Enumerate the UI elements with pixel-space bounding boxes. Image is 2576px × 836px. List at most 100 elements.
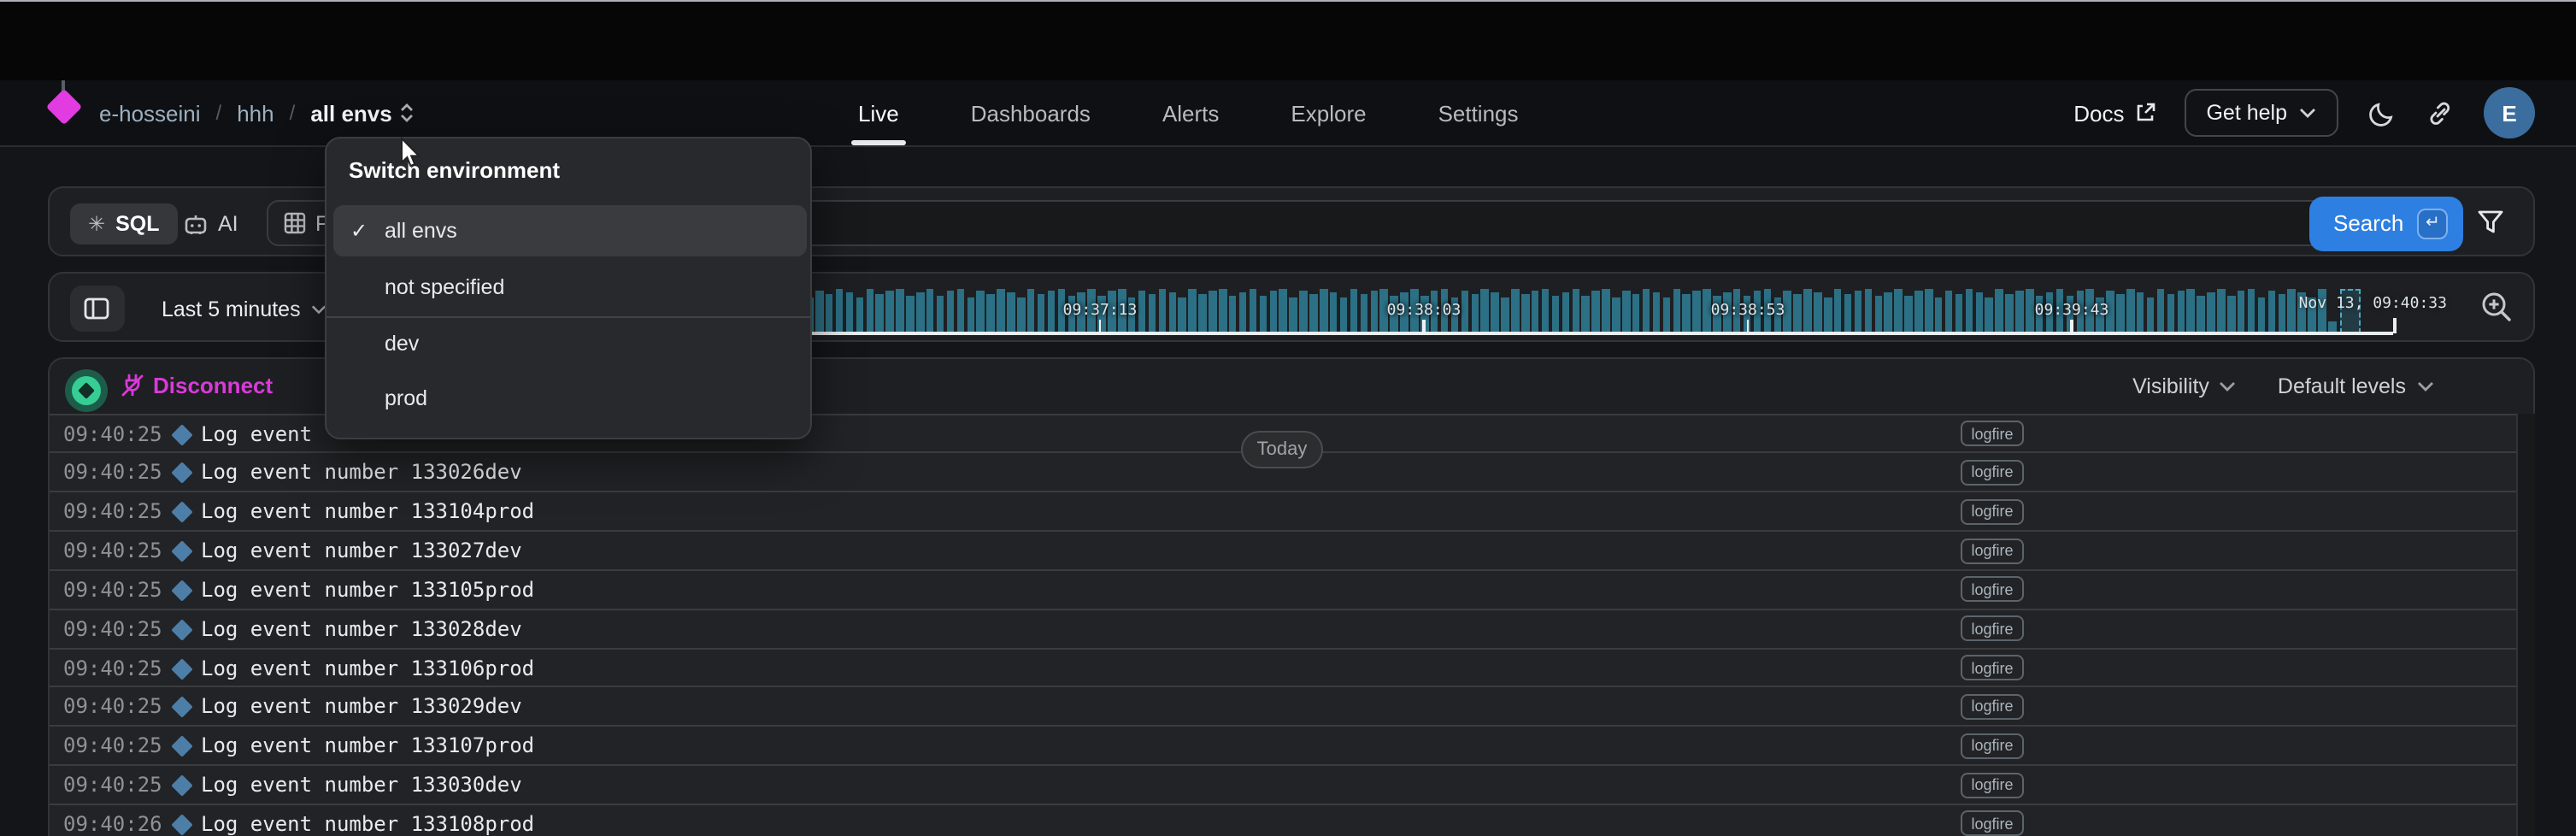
dark-mode-moon-icon[interactable] (2367, 98, 2397, 127)
timeline-tick-label: 09:39:43 (2035, 303, 2109, 320)
side-panel-toggle-button[interactable] (69, 286, 124, 332)
scope-badge[interactable]: logfire (1961, 655, 2024, 680)
scope-badge[interactable]: logfire (1961, 772, 2024, 798)
log-row-message: Log event number 133029dev (201, 695, 522, 719)
scope-badge[interactable]: logfire (1961, 498, 2024, 524)
log-row-message: Log event number 133108prod (201, 812, 534, 836)
zoom-in-icon[interactable] (2479, 291, 2512, 323)
histogram-bar (1985, 297, 1993, 333)
log-level-diamond-icon (170, 814, 191, 835)
time-range-selector[interactable]: Last 5 minutes (162, 274, 326, 344)
histogram-bar (1925, 289, 1932, 333)
env-menu-item-all-envs[interactable]: ✓all envs (333, 205, 807, 256)
log-row-message: Log event (201, 421, 312, 445)
menu-divider (326, 315, 810, 317)
log-row[interactable]: 09:40:25Log event number 133105prodlogfi… (49, 569, 2516, 609)
histogram-bar (1643, 288, 1650, 333)
nav-tab-settings[interactable]: Settings (1435, 81, 1522, 144)
docs-link[interactable]: Docs (2073, 100, 2155, 126)
log-level-diamond-icon (170, 657, 191, 679)
env-menu-item-not-specified[interactable]: not specified (333, 262, 807, 313)
filter-funnel-icon[interactable] (2477, 209, 2504, 236)
histogram-bar (1895, 288, 1903, 333)
histogram-bar (926, 288, 934, 333)
get-help-button[interactable]: Get help (2184, 89, 2338, 137)
histogram-bar (1249, 288, 1256, 333)
log-row[interactable]: 09:40:25Log event number 133028devlogfir… (49, 608, 2516, 647)
log-row[interactable]: 09:40:25Log event number 133106prodlogfi… (49, 647, 2516, 686)
histogram-bar (906, 295, 914, 333)
search-button[interactable]: Search ↵ (2309, 196, 2463, 250)
scope-badge[interactable]: logfire (1961, 694, 2024, 720)
histogram-bar (1259, 296, 1267, 333)
search-button-label: Search (2333, 210, 2403, 236)
scope-badge[interactable]: logfire (1961, 615, 2024, 641)
enter-key-icon: ↵ (2417, 208, 2448, 238)
log-row[interactable]: 09:40:26Log event number 133108prodlogfi… (49, 804, 2516, 836)
environment-switcher[interactable]: all envs (310, 100, 414, 126)
breadcrumb-project[interactable]: hhh (237, 100, 273, 126)
copy-link-icon[interactable] (2426, 98, 2455, 127)
asterisk-icon: ✳ (88, 211, 105, 235)
histogram-bar (2257, 297, 2265, 333)
histogram-bar (1632, 294, 1640, 333)
histogram-bar (1662, 297, 1670, 333)
log-row[interactable]: 09:40:25Log event number 133104prodlogfi… (49, 491, 2516, 530)
histogram-bar (1198, 293, 1206, 333)
external-link-icon (2134, 103, 2155, 123)
log-row-message: Log event number 133026dev (201, 461, 522, 485)
nav-tab-alerts[interactable]: Alerts (1159, 81, 1222, 144)
breadcrumb-org[interactable]: e-hosseini (99, 100, 201, 126)
breadcrumb-separator: / (290, 101, 296, 125)
log-row[interactable]: 09:40:25Log event number 133107prodlogfi… (49, 726, 2516, 765)
log-rows-list: 09:40:25Log eventlogfire09:40:25Log even… (49, 413, 2516, 836)
nav-tab-dashboards[interactable]: Dashboards (967, 81, 1094, 144)
scope-badge[interactable]: logfire (1961, 460, 2024, 486)
ai-mode-button[interactable]: AI (182, 203, 238, 244)
histogram-bar (1965, 288, 1973, 333)
histogram-bar (1874, 295, 1882, 333)
log-row-time: 09:40:25 (63, 578, 162, 602)
chevron-down-icon (2220, 381, 2237, 392)
histogram-bar (1138, 290, 1146, 333)
log-row[interactable]: 09:40:25Log event number 133029devlogfir… (49, 686, 2516, 726)
scope-badge[interactable]: logfire (1961, 577, 2024, 603)
histogram-bar (1975, 292, 1983, 333)
log-row[interactable]: 09:40:25Log event number 133030devlogfir… (49, 764, 2516, 804)
visibility-dropdown[interactable]: Visibility (2132, 374, 2237, 398)
log-row[interactable]: 09:40:25Log event number 133027devlogfir… (49, 530, 2516, 569)
histogram-bar (2278, 294, 2285, 333)
histogram-bar (977, 290, 985, 333)
histogram-bar (886, 291, 894, 333)
timeline-tick-label: 09:37:13 (1063, 303, 1138, 320)
disconnect-button[interactable]: Disconnect (119, 359, 273, 413)
log-level-diamond-icon (170, 580, 191, 601)
sql-mode-button[interactable]: ✳ SQL (69, 203, 179, 244)
logfire-logo-icon[interactable] (46, 88, 82, 124)
scope-badge[interactable]: logfire (1961, 538, 2024, 563)
log-level-diamond-icon (170, 774, 191, 796)
scrollbar-gutter[interactable] (2516, 413, 2534, 836)
nav-tab-explore[interactable]: Explore (1287, 81, 1369, 144)
histogram-bar (2015, 291, 2023, 333)
scope-badge[interactable]: logfire (1961, 733, 2024, 759)
env-menu-item-dev[interactable]: dev (333, 318, 807, 369)
histogram-bar (1290, 297, 1297, 333)
histogram-bar (1189, 289, 1197, 333)
nav-tab-live[interactable]: Live (855, 81, 903, 144)
default-levels-dropdown[interactable]: Default levels (2278, 374, 2433, 398)
timeline-end-label: Nov 13, 09:40:33 (2299, 296, 2447, 313)
default-levels-label: Default levels (2278, 374, 2406, 398)
histogram-bar (2137, 292, 2144, 333)
histogram-bar (1027, 289, 1035, 333)
scope-badge[interactable]: logfire (1961, 811, 2024, 836)
scope-badge[interactable]: logfire (1961, 421, 2024, 446)
env-menu-item-prod[interactable]: prod (333, 372, 807, 423)
disconnect-label: Disconnect (153, 374, 273, 399)
user-avatar[interactable]: E (2484, 87, 2535, 138)
histogram-bar (836, 288, 844, 333)
histogram-bar (1693, 291, 1701, 333)
timeline-tick-line (1099, 320, 1102, 333)
histogram-bar (1844, 293, 1852, 333)
timeline-tick-line (1747, 320, 1750, 333)
